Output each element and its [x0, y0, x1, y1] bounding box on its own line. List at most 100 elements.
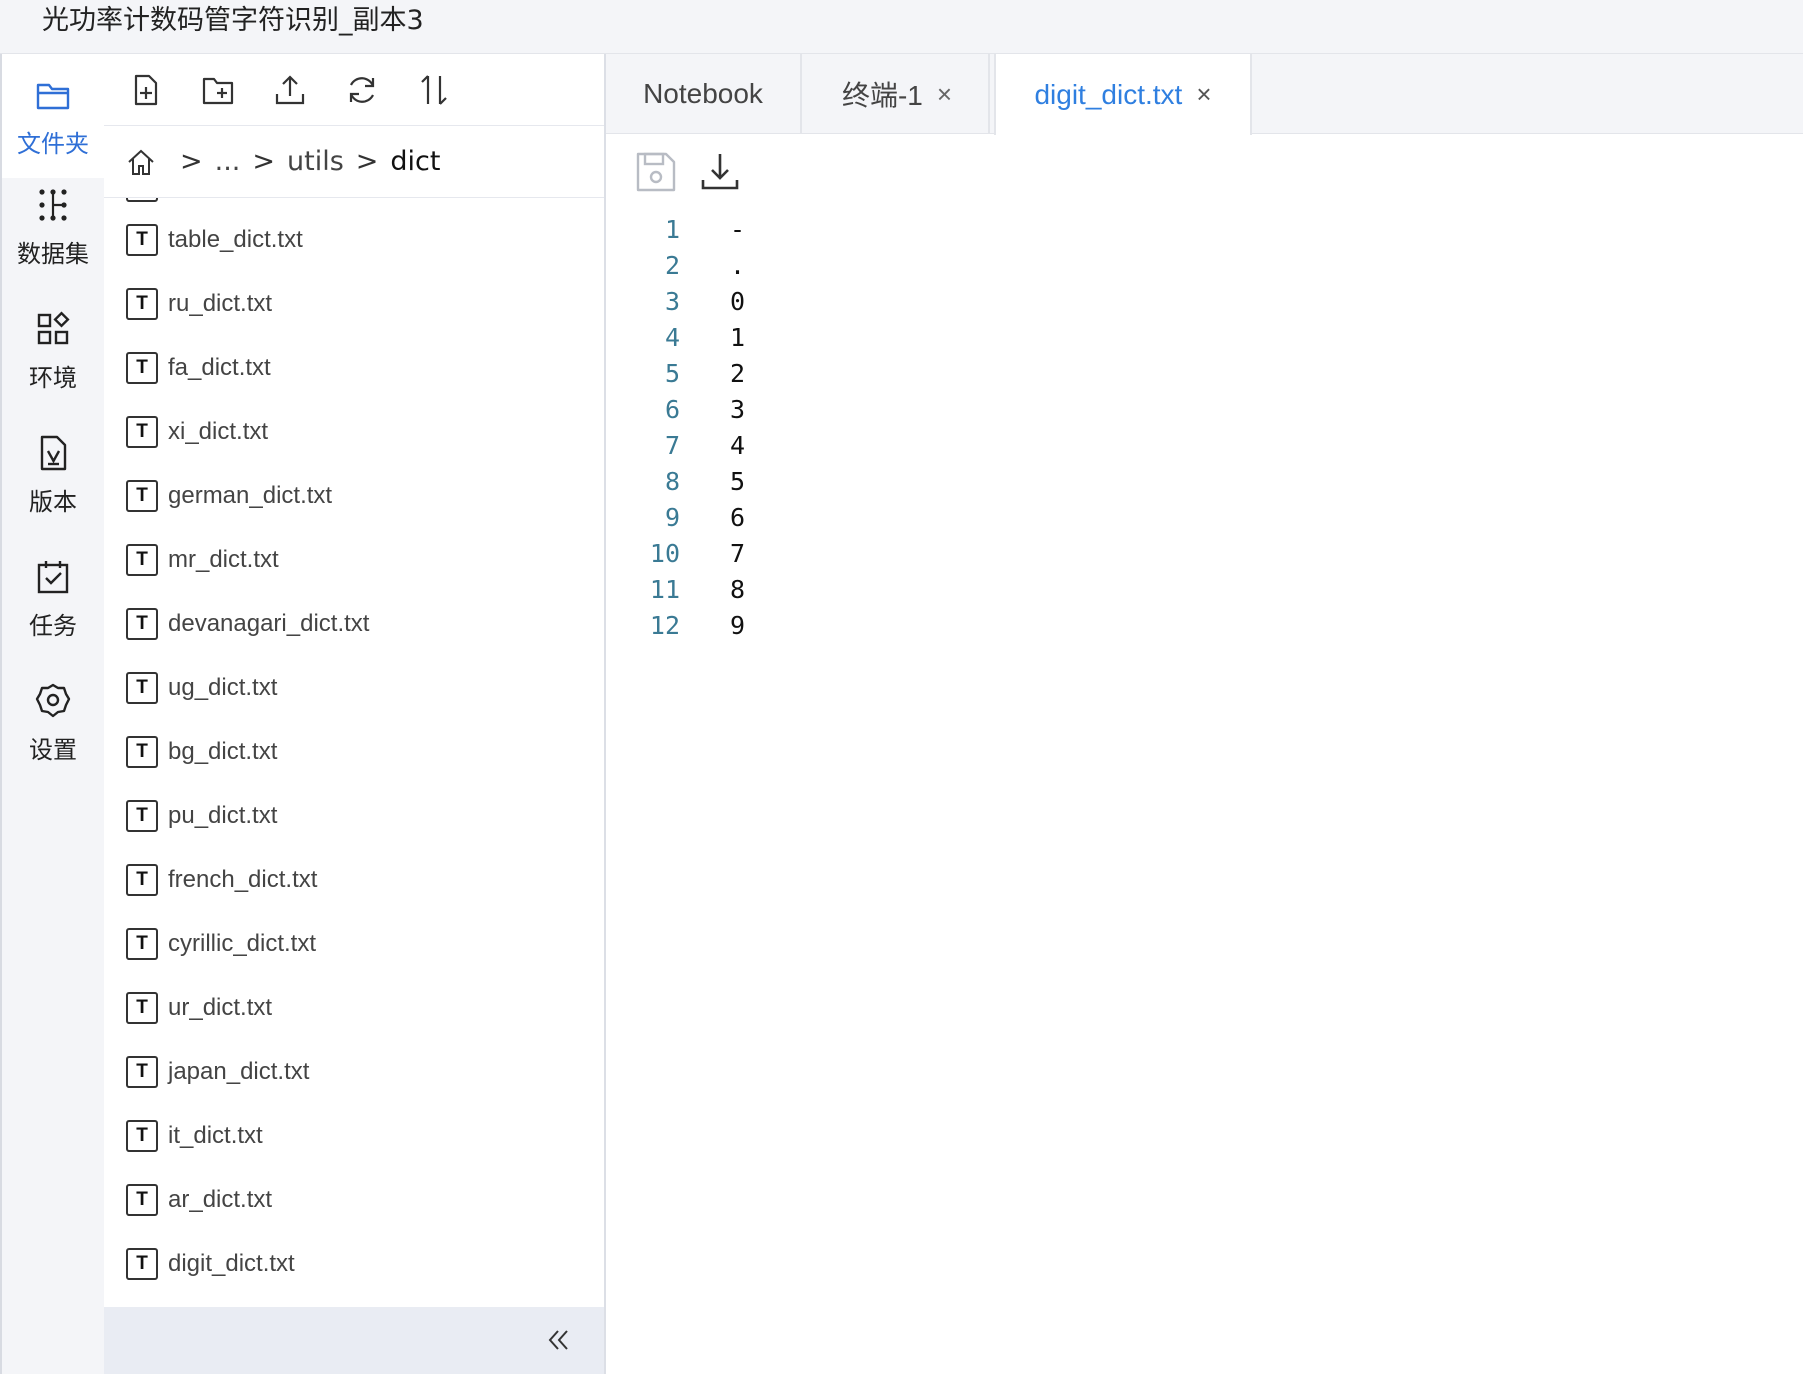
- tab-label: Notebook: [643, 78, 763, 109]
- line-text: -: [730, 215, 746, 244]
- file-item[interactable]: T pu_dict.txt: [104, 784, 604, 848]
- text-file-icon: T: [126, 736, 158, 768]
- tab-digit-dict[interactable]: digit_dict.txt ×: [994, 54, 1252, 135]
- text-file-icon: T: [126, 416, 158, 448]
- breadcrumb-ellipsis[interactable]: ...: [215, 146, 241, 177]
- breadcrumb-utils[interactable]: utils: [287, 146, 344, 177]
- window-title: 光功率计数码管字符识别_副本3: [42, 5, 424, 36]
- file-item[interactable]: T it_dict.txt: [104, 1104, 604, 1168]
- activity-rail: 文件夹 数据集 环境 版本 任务 设置: [0, 54, 104, 1374]
- text-file-icon: T: [126, 352, 158, 384]
- new-file-icon[interactable]: [128, 72, 164, 108]
- line-text: .: [730, 251, 746, 280]
- file-item[interactable]: T devanagari_dict.txt: [104, 592, 604, 656]
- file-item[interactable]: T bg_dict.txt: [104, 720, 604, 784]
- breadcrumb-dict[interactable]: dict: [390, 146, 440, 177]
- file-name: it_dict.txt: [168, 1122, 263, 1149]
- code-line: 11 8: [606, 572, 1803, 608]
- file-item[interactable]: T ur_dict.txt: [104, 976, 604, 1040]
- code-line: 1-: [606, 212, 1803, 248]
- line-text: 6: [730, 503, 746, 532]
- rail-item-task[interactable]: 任务: [2, 536, 104, 660]
- editor-toolbar: [626, 150, 826, 202]
- text-file-icon: T: [126, 928, 158, 960]
- text-file-icon: T: [126, 864, 158, 896]
- code-view[interactable]: 1- 2. 30 41 52 63 74 85 96 10 7 11 8 12 9: [606, 212, 1803, 644]
- tab-notebook[interactable]: Notebook: [606, 54, 802, 134]
- code-line: 74: [606, 428, 1803, 464]
- line-number: 3: [664, 287, 680, 316]
- file-name: devanagari_dict.txt: [168, 610, 370, 637]
- text-file-icon: T: [126, 672, 158, 704]
- file-item[interactable]: T cyrillic_dict.txt: [104, 912, 604, 976]
- double-chevron-left-icon[interactable]: [544, 1325, 574, 1355]
- tab-label: digit_dict.txt: [1034, 78, 1183, 110]
- app-window: 光功率计数码管字符识别_副本3 文件夹 数据集 环境 版本 任务 设置 > ..…: [0, 0, 1803, 1374]
- tab-terminal-1[interactable]: 终端-1 ×: [806, 54, 990, 134]
- file-item[interactable]: T table_dict.txt: [104, 208, 604, 272]
- file-item[interactable]: T french_dict.txt: [104, 848, 604, 912]
- text-file-icon: T: [126, 288, 158, 320]
- text-file-icon: T: [126, 1120, 158, 1152]
- text-file-icon: T: [126, 1056, 158, 1088]
- tab-bar: Notebook 终端-1 × digit_dict.txt ×: [606, 54, 1803, 135]
- save-icon[interactable]: [634, 150, 678, 194]
- rail-item-folder[interactable]: 文件夹: [2, 54, 104, 178]
- line-number: 6: [664, 395, 680, 424]
- file-item[interactable]: T japan_dict.txt: [104, 1040, 604, 1104]
- file-name: ru_dict.txt: [168, 290, 273, 317]
- breadcrumb-separator: >: [180, 146, 203, 177]
- new-folder-icon[interactable]: [200, 72, 236, 108]
- line-number: 4: [664, 323, 680, 352]
- file-item[interactable]: T fa_dict.txt: [104, 336, 604, 400]
- line-number: 8: [664, 467, 680, 496]
- file-name: pu_dict.txt: [168, 802, 278, 829]
- close-icon[interactable]: ×: [937, 79, 952, 110]
- environment-icon: [37, 311, 70, 345]
- rail-label-task: 任务: [29, 612, 77, 640]
- sort-icon[interactable]: [416, 72, 452, 108]
- code-line: 96: [606, 500, 1803, 536]
- rail-item-environment[interactable]: 环境: [2, 288, 104, 412]
- settings-icon: [35, 683, 71, 718]
- code-line: 41: [606, 320, 1803, 356]
- file-name: table_dict.txt: [168, 226, 303, 253]
- file-item[interactable]: T ug_dict.txt: [104, 656, 604, 720]
- download-icon[interactable]: [698, 150, 742, 194]
- code-line: 85: [606, 464, 1803, 500]
- task-icon: [37, 561, 69, 594]
- file-name: digit_dict.txt: [168, 1250, 295, 1277]
- refresh-icon[interactable]: [344, 72, 380, 108]
- file-item[interactable]: T german_dict.txt: [104, 464, 604, 528]
- close-icon[interactable]: ×: [1196, 79, 1211, 110]
- upload-icon[interactable]: [272, 72, 308, 108]
- home-icon[interactable]: [126, 147, 156, 177]
- explorer-footer: [104, 1307, 604, 1374]
- text-file-icon: T: [126, 544, 158, 576]
- file-name: mr_dict.txt: [168, 546, 279, 573]
- file-name: bg_dict.txt: [168, 738, 278, 765]
- rail-item-settings[interactable]: 设置: [2, 660, 104, 784]
- file-item[interactable]: T ru_dict.txt: [104, 272, 604, 336]
- rail-item-dataset[interactable]: 数据集: [2, 164, 104, 288]
- line-number: 10: [649, 539, 680, 568]
- dataset-icon: [39, 189, 67, 221]
- text-file-icon: T: [126, 480, 158, 512]
- code-line: 30: [606, 284, 1803, 320]
- file-item[interactable]: T xi_dict.txt: [104, 400, 604, 464]
- file-item[interactable]: T mr_dict.txt: [104, 528, 604, 592]
- line-text: 8: [730, 575, 746, 604]
- line-text: 3: [730, 395, 746, 424]
- file-item[interactable]: T ar_dict.txt: [104, 1168, 604, 1232]
- line-text: 5: [730, 467, 746, 496]
- explorer-toolbar: [104, 54, 604, 126]
- file-item[interactable]: T digit_dict.txt: [104, 1232, 604, 1296]
- rail-label-dataset: 数据集: [17, 240, 89, 268]
- text-file-icon: T: [126, 608, 158, 640]
- rail-item-version[interactable]: 版本: [2, 412, 104, 536]
- rail-label-folder: 文件夹: [17, 130, 89, 158]
- breadcrumb-separator: >: [252, 146, 275, 177]
- line-number: 12: [649, 611, 680, 640]
- rail-label-version: 版本: [29, 488, 77, 516]
- code-line: 2.: [606, 248, 1803, 284]
